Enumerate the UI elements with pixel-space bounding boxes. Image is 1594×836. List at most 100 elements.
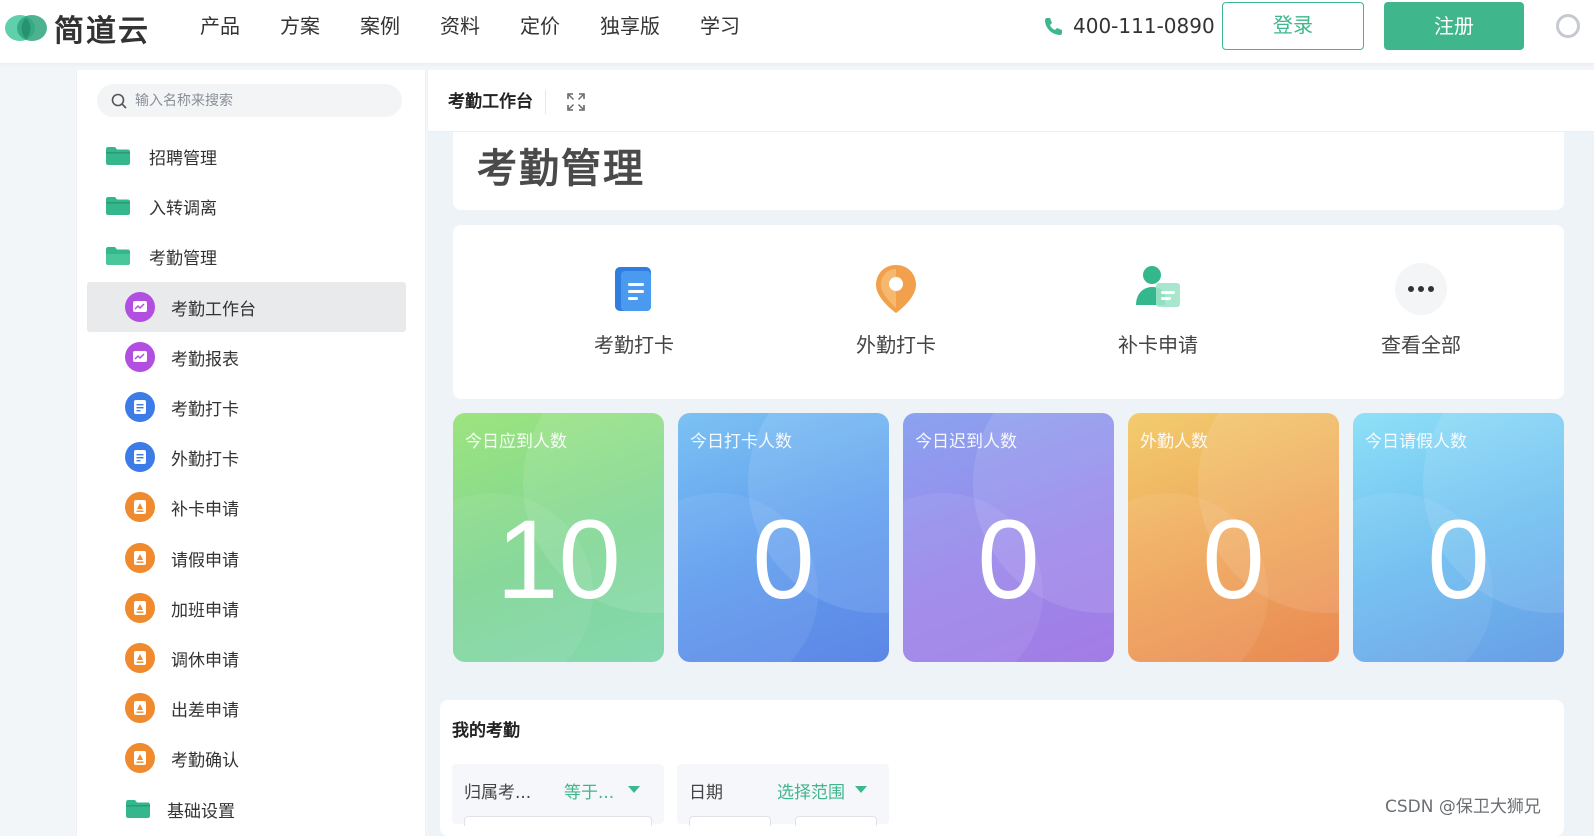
report-icon [125, 342, 155, 372]
stat-card-field[interactable]: 外勤人数 0 [1128, 413, 1339, 662]
filter-value[interactable]: 选择范围 [777, 778, 845, 803]
shortcut-label: 查看全部 [1381, 333, 1461, 357]
brand-name: 简道云 [54, 14, 150, 49]
date-start-input[interactable] [689, 816, 771, 826]
sidebar-item-7[interactable]: 外勤打卡 [87, 432, 406, 482]
stat-label: 今日迟到人数 [915, 432, 1017, 452]
filter-label: 归属考... [464, 783, 532, 803]
sidebar-item-2[interactable]: 入转调离 [87, 181, 406, 231]
approval-icon [125, 693, 155, 723]
nav-item-pricing[interactable]: 定价 [520, 12, 560, 40]
page-title-card: 考勤管理 [453, 132, 1564, 210]
stat-card-late[interactable]: 今日迟到人数 0 [903, 413, 1114, 662]
shortcut-field-clock-in[interactable]: 外勤打卡 [816, 261, 976, 358]
sidebar-item-label: 外勤打卡 [171, 449, 239, 470]
contact-phone[interactable]: 400-111-0890 [1043, 12, 1215, 40]
form-icon [125, 442, 155, 472]
sidebar-item-12[interactable]: 出差申请 [87, 683, 406, 733]
approval-icon [125, 743, 155, 773]
location-pin-icon [868, 261, 924, 317]
filter-label: 日期 [689, 783, 723, 803]
approval-icon [125, 543, 155, 573]
stat-label: 今日应到人数 [465, 432, 567, 452]
nav-item-product[interactable]: 产品 [200, 12, 240, 40]
sidebar-item-9[interactable]: 请假申请 [87, 533, 406, 583]
filter-value[interactable]: 等于... [564, 778, 614, 803]
main-content: 考勤工作台 考勤管理 考勤打卡 外勤打卡 补卡申请 查看全部 今日应到人数 10… [428, 70, 1594, 836]
sidebar-item-10[interactable]: 加班申请 [87, 583, 406, 633]
search-icon [111, 93, 127, 109]
stat-value: 0 [1202, 497, 1265, 622]
brand-logo[interactable]: 简道云 [2, 8, 150, 49]
sidebar-item-label: 考勤打卡 [171, 399, 239, 420]
sidebar-item-label: 补卡申请 [171, 499, 239, 520]
nav-item-resources[interactable]: 资料 [440, 12, 480, 40]
sidebar-item-13[interactable]: 考勤确认 [87, 733, 406, 783]
more-icon [1393, 261, 1449, 317]
section-title: 我的考勤 [452, 721, 520, 741]
fullscreen-icon[interactable] [566, 92, 586, 112]
sidebar-item-4[interactable]: 考勤工作台 [87, 282, 406, 332]
dashboard-icon [125, 292, 155, 322]
approval-icon [125, 492, 155, 522]
sidebar-item-label: 出差申请 [171, 700, 239, 721]
stat-value: 0 [752, 497, 815, 622]
filter-date[interactable]: 日期 选择范围 [677, 764, 889, 826]
sidebar-item-label: 入转调离 [149, 198, 217, 219]
filter-attendance-group[interactable]: 归属考... 等于... [452, 764, 664, 826]
chevron-down-icon[interactable] [628, 786, 640, 793]
date-end-input[interactable] [795, 816, 877, 826]
stat-card-clocked-in[interactable]: 今日打卡人数 0 [678, 413, 889, 662]
tab-bar: 考勤工作台 [428, 70, 1594, 132]
nav-item-learn[interactable]: 学习 [700, 12, 740, 40]
sidebar-item-6[interactable]: 考勤打卡 [87, 382, 406, 432]
stat-card-expected[interactable]: 今日应到人数 10 [453, 413, 664, 662]
nav-item-solutions[interactable]: 方案 [280, 12, 320, 40]
folder-icon [125, 799, 151, 819]
stat-value: 10 [496, 497, 621, 622]
nav-item-dedicated[interactable]: 独享版 [600, 12, 660, 40]
sidebar-item-label: 考勤管理 [149, 248, 217, 269]
sidebar-item-8[interactable]: 补卡申请 [87, 482, 406, 532]
sidebar-item-11[interactable]: 调休申请 [87, 633, 406, 683]
shortcut-panel: 考勤打卡 外勤打卡 补卡申请 查看全部 [453, 225, 1564, 399]
nav-item-cases[interactable]: 案例 [360, 12, 400, 40]
sidebar-item-label: 加班申请 [171, 600, 239, 621]
tab-attendance-workbench[interactable]: 考勤工作台 [448, 90, 546, 114]
folder-icon [105, 146, 131, 166]
sidebar-search[interactable] [97, 84, 402, 117]
approval-icon [125, 593, 155, 623]
form-icon [125, 392, 155, 422]
shortcut-label: 外勤打卡 [856, 333, 936, 357]
sidebar-item-1[interactable]: 招聘管理 [87, 131, 406, 181]
sidebar-item-label: 调休申请 [171, 650, 239, 671]
search-input[interactable] [135, 92, 385, 109]
shortcut-view-all[interactable]: 查看全部 [1341, 261, 1501, 358]
chevron-down-icon[interactable] [855, 786, 867, 793]
user-card-icon [1130, 261, 1186, 317]
sidebar-item-5[interactable]: 考勤报表 [87, 332, 406, 382]
phone-icon [1045, 18, 1062, 35]
filter-input[interactable] [464, 816, 652, 826]
stat-label: 今日打卡人数 [690, 432, 792, 452]
folder-icon [105, 196, 131, 216]
language-globe-icon[interactable] [1556, 14, 1580, 38]
sidebar-item-3[interactable]: 考勤管理 [87, 231, 406, 281]
sidebar-item-label: 考勤工作台 [171, 299, 256, 320]
phone-number: 400-111-0890 [1073, 14, 1215, 38]
login-button[interactable]: 登录 [1222, 2, 1364, 50]
register-button[interactable]: 注册 [1384, 2, 1524, 50]
stat-label: 今日请假人数 [1365, 432, 1467, 452]
shortcut-clock-in[interactable]: 考勤打卡 [554, 261, 714, 358]
sidebar-item-14[interactable]: 基础设置 [87, 784, 406, 834]
shortcut-label: 考勤打卡 [594, 333, 674, 357]
top-navigation-bar: 简道云 产品 方案 案例 资料 定价 独享版 学习 400-111-0890 登… [0, 0, 1594, 64]
shortcut-label: 补卡申请 [1118, 333, 1198, 357]
logo-mark-icon [2, 10, 52, 46]
sidebar-item-label: 基础设置 [167, 801, 235, 822]
stat-card-leave[interactable]: 今日请假人数 0 [1353, 413, 1564, 662]
stat-value: 0 [977, 497, 1040, 622]
main-nav: 产品 方案 案例 资料 定价 独享版 学习 [200, 12, 780, 40]
shortcut-makeup-punch[interactable]: 补卡申请 [1078, 261, 1238, 358]
stat-value: 0 [1427, 497, 1490, 622]
